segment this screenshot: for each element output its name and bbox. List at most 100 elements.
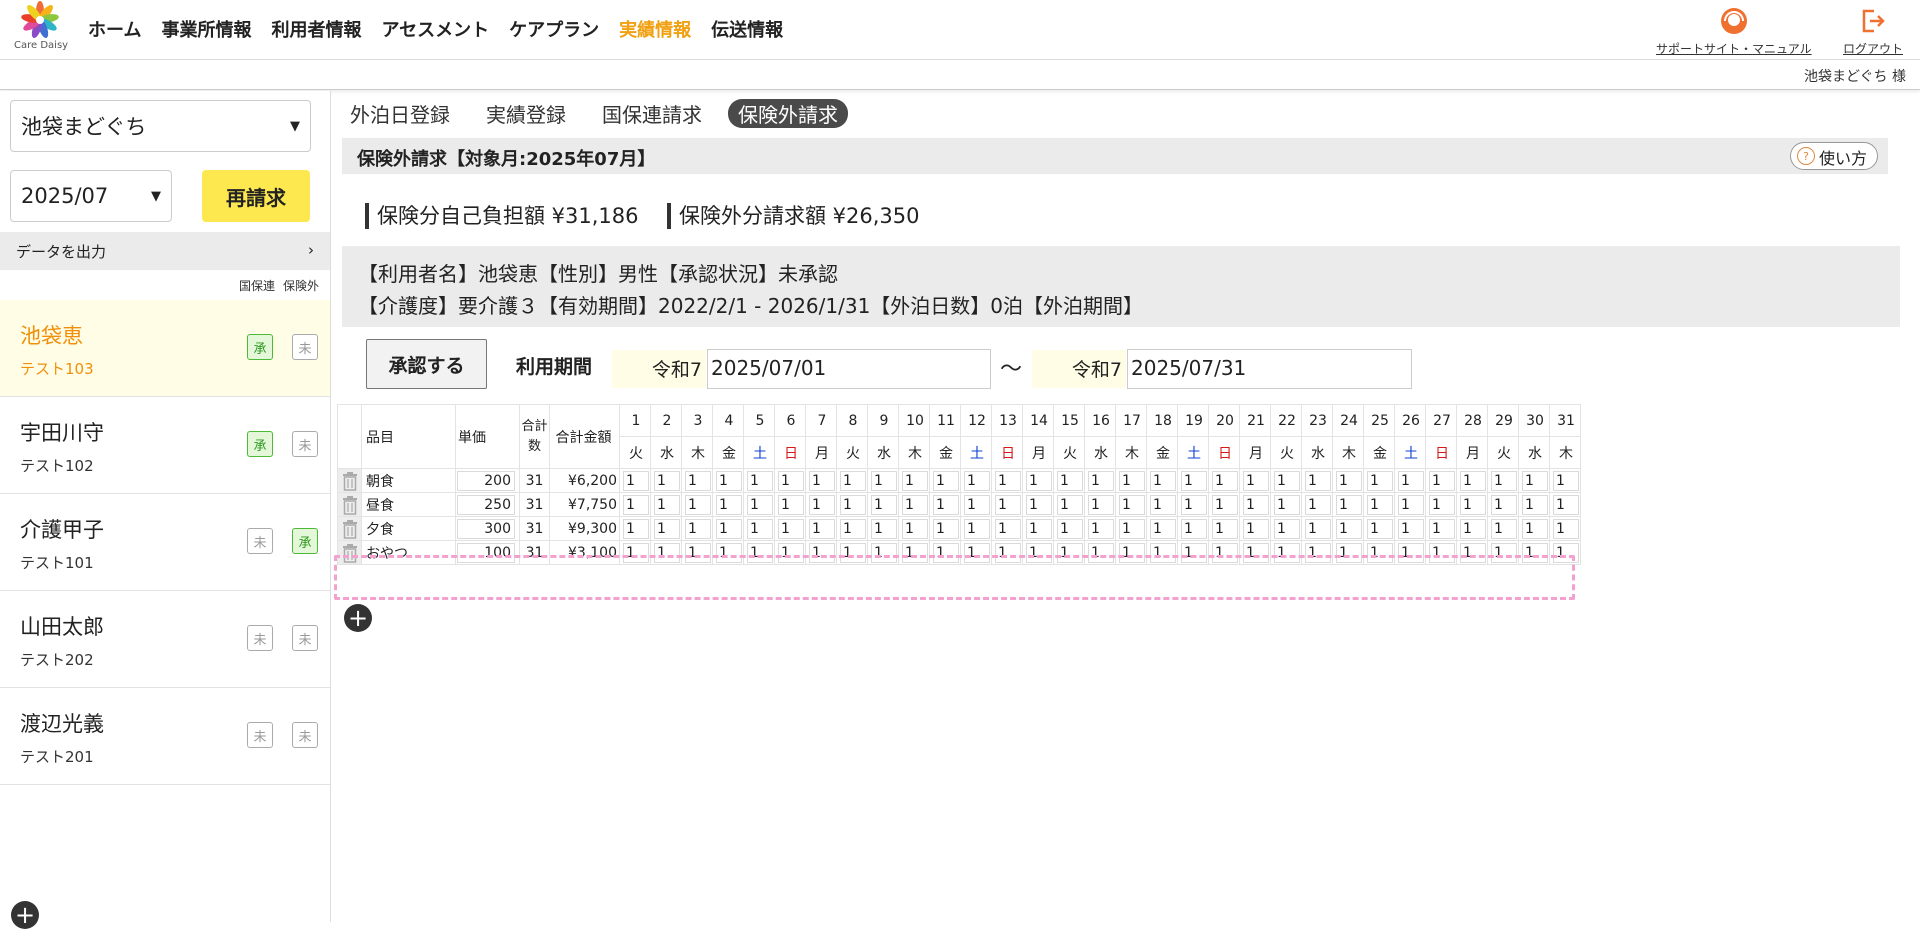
day-quantity-input[interactable]: 1	[1518, 516, 1550, 541]
day-quantity-input[interactable]: 1	[836, 468, 868, 493]
price-input[interactable]: 300	[455, 516, 520, 541]
day-quantity-input[interactable]: 1	[960, 516, 992, 541]
day-quantity-input[interactable]: 1	[1084, 492, 1116, 517]
day-quantity-input[interactable]: 1	[1270, 540, 1302, 565]
day-quantity-input[interactable]: 1	[867, 540, 899, 565]
day-quantity-input[interactable]: 1	[898, 516, 930, 541]
day-quantity-input[interactable]: 1	[1208, 516, 1240, 541]
day-quantity-input[interactable]: 1	[1146, 492, 1178, 517]
day-quantity-input[interactable]: 1	[1332, 516, 1364, 541]
day-quantity-input[interactable]: 1	[1456, 492, 1488, 517]
day-quantity-input[interactable]: 1	[1518, 468, 1550, 493]
day-quantity-input[interactable]: 1	[1301, 468, 1333, 493]
delete-row-button[interactable]	[337, 468, 362, 493]
day-quantity-input[interactable]: 1	[1549, 492, 1581, 517]
user-list-item[interactable]: 山田太郎 テスト202 未未	[0, 591, 330, 688]
export-data-button[interactable]: データを出力 ›	[0, 232, 330, 270]
delete-row-button[interactable]	[337, 492, 362, 517]
nav-transmission-info[interactable]: 伝送情報	[711, 16, 783, 42]
day-quantity-input[interactable]: 1	[991, 468, 1023, 493]
day-quantity-input[interactable]: 1	[1487, 540, 1519, 565]
day-quantity-input[interactable]: 1	[1456, 516, 1488, 541]
day-quantity-input[interactable]: 1	[991, 540, 1023, 565]
day-quantity-input[interactable]: 1	[774, 492, 806, 517]
nav-home[interactable]: ホーム	[88, 16, 141, 42]
day-quantity-input[interactable]: 1	[1115, 468, 1147, 493]
tab-overnight-registration[interactable]: 外泊日登録	[350, 99, 450, 128]
day-quantity-input[interactable]: 1	[1549, 468, 1581, 493]
day-quantity-input[interactable]: 1	[1208, 492, 1240, 517]
price-input[interactable]: 200	[455, 468, 520, 493]
support-link[interactable]: サポートサイト・マニュアル	[1656, 4, 1812, 57]
day-quantity-input[interactable]: 1	[836, 516, 868, 541]
approve-button[interactable]: 承認する	[366, 339, 487, 389]
day-quantity-input[interactable]: 1	[712, 492, 744, 517]
day-quantity-input[interactable]: 1	[1239, 468, 1271, 493]
user-list-item[interactable]: 池袋恵 テスト103 承未	[0, 300, 330, 397]
day-quantity-input[interactable]: 1	[1332, 492, 1364, 517]
day-quantity-input[interactable]: 1	[1487, 516, 1519, 541]
day-quantity-input[interactable]: 1	[898, 492, 930, 517]
day-quantity-input[interactable]: 1	[1208, 540, 1240, 565]
day-quantity-input[interactable]: 1	[836, 492, 868, 517]
day-quantity-input[interactable]: 1	[960, 492, 992, 517]
day-quantity-input[interactable]: 1	[867, 468, 899, 493]
day-quantity-input[interactable]: 1	[619, 468, 651, 493]
day-quantity-input[interactable]: 1	[1053, 468, 1085, 493]
day-quantity-input[interactable]: 1	[1363, 468, 1395, 493]
day-quantity-input[interactable]: 1	[1332, 540, 1364, 565]
day-quantity-input[interactable]: 1	[1363, 492, 1395, 517]
day-quantity-input[interactable]: 1	[1487, 492, 1519, 517]
user-list-item[interactable]: 渡辺光義 テスト201 未未	[0, 688, 330, 785]
day-quantity-input[interactable]: 1	[1270, 516, 1302, 541]
day-quantity-input[interactable]: 1	[1518, 540, 1550, 565]
day-quantity-input[interactable]: 1	[1394, 468, 1426, 493]
day-quantity-input[interactable]: 1	[1239, 516, 1271, 541]
day-quantity-input[interactable]: 1	[867, 492, 899, 517]
day-quantity-input[interactable]: 1	[1177, 540, 1209, 565]
day-quantity-input[interactable]: 1	[619, 492, 651, 517]
day-quantity-input[interactable]: 1	[774, 516, 806, 541]
reclaim-button[interactable]: 再請求	[202, 170, 310, 222]
day-quantity-input[interactable]: 1	[805, 540, 837, 565]
day-quantity-input[interactable]: 1	[929, 468, 961, 493]
day-quantity-input[interactable]: 1	[1084, 540, 1116, 565]
day-quantity-input[interactable]: 1	[681, 492, 713, 517]
day-quantity-input[interactable]: 1	[681, 468, 713, 493]
day-quantity-input[interactable]: 1	[619, 516, 651, 541]
day-quantity-input[interactable]: 1	[867, 516, 899, 541]
day-quantity-input[interactable]: 1	[1487, 468, 1519, 493]
period-to-input[interactable]: 2025/07/31	[1127, 349, 1412, 389]
delete-row-button[interactable]	[337, 540, 362, 565]
day-quantity-input[interactable]: 1	[1456, 468, 1488, 493]
day-quantity-input[interactable]: 1	[774, 468, 806, 493]
day-quantity-input[interactable]: 1	[836, 540, 868, 565]
day-quantity-input[interactable]: 1	[1270, 492, 1302, 517]
day-quantity-input[interactable]: 1	[1394, 540, 1426, 565]
day-quantity-input[interactable]: 1	[650, 468, 682, 493]
day-quantity-input[interactable]: 1	[1022, 468, 1054, 493]
day-quantity-input[interactable]: 1	[1332, 468, 1364, 493]
day-quantity-input[interactable]: 1	[1456, 540, 1488, 565]
tab-results-registration[interactable]: 実績登録	[486, 99, 566, 128]
day-quantity-input[interactable]: 1	[1084, 516, 1116, 541]
day-quantity-input[interactable]: 1	[712, 540, 744, 565]
day-quantity-input[interactable]: 1	[1146, 540, 1178, 565]
add-user-plus-icon[interactable]: +	[11, 901, 39, 929]
day-quantity-input[interactable]: 1	[1053, 492, 1085, 517]
day-quantity-input[interactable]: 1	[1518, 492, 1550, 517]
price-input[interactable]: 250	[455, 492, 520, 517]
day-quantity-input[interactable]: 1	[805, 468, 837, 493]
day-quantity-input[interactable]: 1	[1363, 516, 1395, 541]
day-quantity-input[interactable]: 1	[1301, 540, 1333, 565]
day-quantity-input[interactable]: 1	[1270, 468, 1302, 493]
period-from-input[interactable]: 2025/07/01	[707, 349, 991, 389]
day-quantity-input[interactable]: 1	[1084, 468, 1116, 493]
day-quantity-input[interactable]: 1	[1022, 540, 1054, 565]
day-quantity-input[interactable]: 1	[1146, 468, 1178, 493]
day-quantity-input[interactable]: 1	[1053, 516, 1085, 541]
tab-kokuhoren-claim[interactable]: 国保連請求	[602, 99, 702, 128]
day-quantity-input[interactable]: 1	[1425, 468, 1457, 493]
month-select[interactable]: 2025/07 ▼	[10, 170, 172, 222]
day-quantity-input[interactable]: 1	[991, 492, 1023, 517]
